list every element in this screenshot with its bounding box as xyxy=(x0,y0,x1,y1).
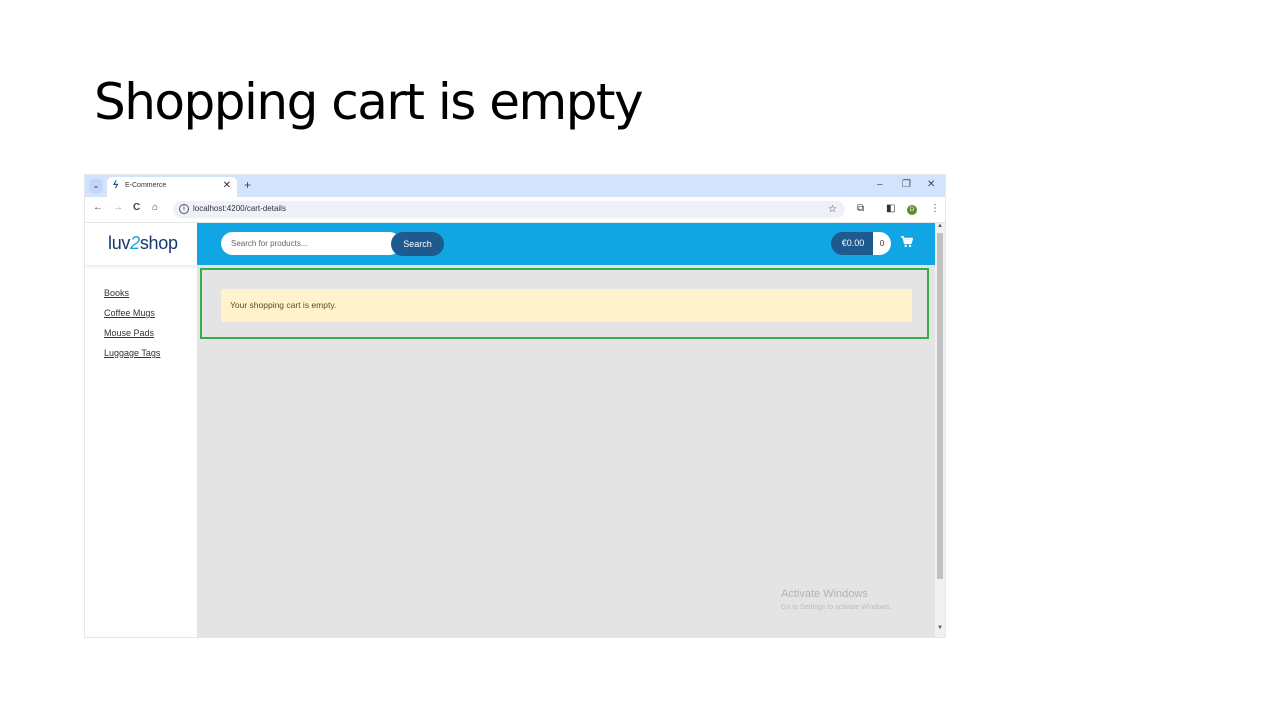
logo-prefix: luv xyxy=(108,233,131,253)
new-tab-button[interactable]: + xyxy=(244,178,251,192)
category-nav: Books Coffee Mugs Mouse Pads Luggage Tag… xyxy=(104,288,160,368)
home-icon[interactable]: ⌂ xyxy=(152,202,158,213)
scroll-thumb[interactable] xyxy=(937,233,943,579)
tab-close-icon[interactable]: ✕ xyxy=(223,180,231,191)
sidebar-item-luggage-tags[interactable]: Luggage Tags xyxy=(104,348,160,359)
extensions-icon[interactable]: ⧉ xyxy=(857,203,864,214)
url-text[interactable]: localhost:4200/cart-details xyxy=(193,204,286,213)
logo-suffix: shop xyxy=(139,233,178,253)
back-icon[interactable]: ← xyxy=(93,202,103,213)
page-scrollbar[interactable]: ▲ ▼ xyxy=(935,223,945,637)
shopping-cart-icon[interactable] xyxy=(900,235,914,249)
search-input[interactable] xyxy=(221,232,401,255)
scroll-down-icon[interactable]: ▼ xyxy=(937,625,943,631)
empty-cart-message: Your shopping cart is empty. xyxy=(230,300,337,310)
close-window-icon[interactable]: ✕ xyxy=(927,179,935,190)
profile-avatar[interactable]: D xyxy=(907,205,917,215)
scroll-up-icon[interactable]: ▲ xyxy=(937,223,943,229)
site-info-icon[interactable]: i xyxy=(179,204,189,214)
favicon-icon: ϟ xyxy=(113,180,119,191)
forward-icon[interactable]: → xyxy=(113,202,123,213)
search-button[interactable]: Search xyxy=(391,232,444,256)
activate-windows-title: Activate Windows xyxy=(781,588,868,600)
main-content: Your shopping cart is empty. Activate Wi… xyxy=(197,265,935,637)
bookmark-star-icon[interactable]: ☆ xyxy=(828,204,837,215)
empty-cart-alert: Your shopping cart is empty. xyxy=(221,289,912,322)
side-panel-icon[interactable]: ◧ xyxy=(886,203,895,214)
reload-icon[interactable]: C xyxy=(133,202,140,213)
cart-total[interactable]: €0.00 xyxy=(831,232,875,255)
sidebar-item-coffee-mugs[interactable]: Coffee Mugs xyxy=(104,308,160,319)
logo[interactable]: luv2shop xyxy=(108,233,178,254)
minimize-icon[interactable]: – xyxy=(877,179,883,190)
logo-swoosh: 2 xyxy=(130,233,140,253)
address-bar[interactable]: i localhost:4200/cart-details xyxy=(173,201,845,218)
tab-strip: ⌄ ϟ E-Commerce ✕ + – ❐ ✕ xyxy=(85,175,945,197)
browser-window: ⌄ ϟ E-Commerce ✕ + – ❐ ✕ ← → C ⌂ i local… xyxy=(85,175,945,637)
cart-quantity-badge[interactable]: 0 xyxy=(873,232,891,255)
tab-ecommerce[interactable]: ϟ E-Commerce ✕ xyxy=(107,177,237,197)
slide-title: Shopping cart is empty xyxy=(94,73,644,131)
sidebar-item-books[interactable]: Books xyxy=(104,288,160,299)
app-header: Search €0.00 0 xyxy=(197,223,935,265)
sidebar: luv2shop Books Coffee Mugs Mouse Pads Lu… xyxy=(85,223,197,637)
tab-search-icon[interactable]: ⌄ xyxy=(89,179,103,193)
sidebar-item-mouse-pads[interactable]: Mouse Pads xyxy=(104,328,160,339)
logo-container: luv2shop xyxy=(85,223,197,266)
menu-kebab-icon[interactable]: ⋮ xyxy=(930,203,940,214)
tab-title: E-Commerce xyxy=(125,182,167,189)
activate-windows-subtitle: Go to Settings to activate Windows. xyxy=(781,604,892,611)
restore-icon[interactable]: ❐ xyxy=(902,179,911,190)
browser-toolbar: ← → C ⌂ i localhost:4200/cart-details ☆ … xyxy=(85,197,945,223)
web-page: luv2shop Books Coffee Mugs Mouse Pads Lu… xyxy=(85,223,945,637)
